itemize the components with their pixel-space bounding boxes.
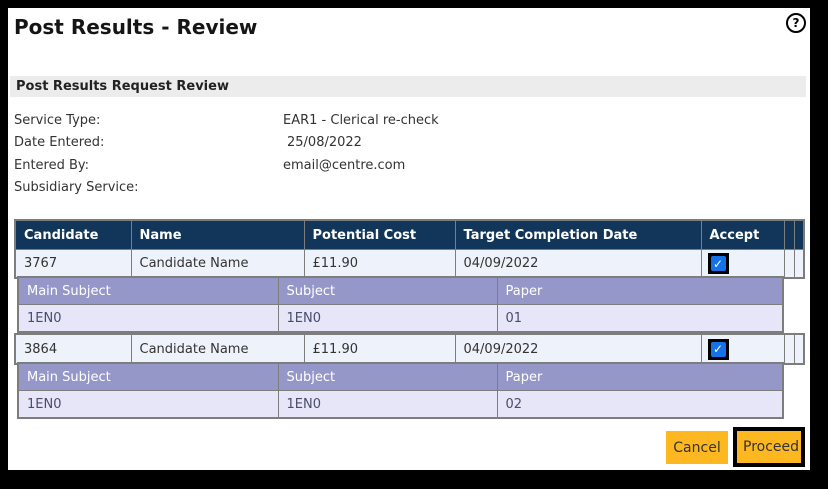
- subject-table: Main Subject Subject Paper 1EN0 1EN0 01: [17, 276, 784, 333]
- row-spacer-cell: [794, 334, 804, 364]
- date-entered-value: 25/08/2022: [283, 135, 362, 150]
- potential-cost: £11.90: [304, 334, 455, 364]
- help-icon[interactable]: ?: [786, 13, 806, 33]
- table-header-row: Candidate Name Potential Cost Target Com…: [15, 220, 804, 250]
- candidate-number: 3864: [15, 334, 131, 364]
- requests-table-row2: 3864 Candidate Name £11.90 04/09/2022 ✓: [14, 333, 805, 365]
- check-icon: ✓: [713, 343, 723, 355]
- subject-header-row: Main Subject Subject Paper: [18, 363, 783, 391]
- col-spacer-1: [784, 220, 794, 250]
- col-subject: Subject: [278, 363, 497, 391]
- page-title: Post Results - Review: [14, 15, 257, 39]
- subject-row: 1EN0 1EN0 01: [18, 305, 783, 333]
- candidate-name: Candidate Name: [131, 334, 304, 364]
- col-candidate: Candidate: [15, 220, 131, 250]
- row-spacer-cell: [784, 334, 794, 364]
- service-type-label: Service Type:: [14, 113, 283, 128]
- section-header: Post Results Request Review: [10, 76, 806, 97]
- request-details: Service Type: EAR1 - Clerical re-check D…: [14, 109, 439, 199]
- col-subject: Subject: [278, 277, 497, 305]
- potential-cost: £11.90: [304, 250, 455, 279]
- subsidiary-service-label: Subsidiary Service:: [14, 180, 283, 195]
- col-spacer-2: [794, 220, 804, 250]
- checkbox-box: ✓: [711, 342, 726, 357]
- target-completion-date: 04/09/2022: [455, 250, 701, 279]
- row-spacer-cell: [794, 250, 804, 279]
- candidate-row: 3767 Candidate Name £11.90 04/09/2022 ✓: [15, 250, 804, 279]
- subject-value: 1EN0: [278, 391, 497, 419]
- candidate-number: 3767: [15, 250, 131, 279]
- detail-date-entered: Date Entered: 25/08/2022: [14, 132, 439, 155]
- entered-by-label: Entered By:: [14, 158, 283, 173]
- col-main-subject: Main Subject: [18, 363, 278, 391]
- proceed-button[interactable]: Proceed: [733, 427, 805, 467]
- detail-subsidiary-service: Subsidiary Service:: [14, 177, 439, 200]
- dialog-panel: Post Results - Review ? Post Results Req…: [8, 8, 810, 470]
- entered-by-value: email@centre.com: [283, 158, 405, 173]
- detail-service-type: Service Type: EAR1 - Clerical re-check: [14, 109, 439, 132]
- col-target-completion-date: Target Completion Date: [455, 220, 701, 250]
- service-type-value: EAR1 - Clerical re-check: [283, 113, 439, 128]
- row-spacer-cell: [784, 250, 794, 279]
- paper-value: 02: [497, 391, 783, 419]
- subject-header-row: Main Subject Subject Paper: [18, 277, 783, 305]
- accept-checkbox[interactable]: ✓: [708, 339, 729, 360]
- paper-value: 01: [497, 305, 783, 333]
- subject-row: 1EN0 1EN0 02: [18, 391, 783, 419]
- col-potential-cost: Potential Cost: [304, 220, 455, 250]
- main-subject-value: 1EN0: [18, 391, 278, 419]
- col-paper: Paper: [497, 277, 783, 305]
- candidate-row: 3864 Candidate Name £11.90 04/09/2022 ✓: [15, 334, 804, 364]
- cancel-button[interactable]: Cancel: [666, 431, 728, 464]
- main-subject-value: 1EN0: [18, 305, 278, 333]
- candidate-name: Candidate Name: [131, 250, 304, 279]
- checkbox-box: ✓: [711, 256, 726, 271]
- col-paper: Paper: [497, 363, 783, 391]
- detail-entered-by: Entered By: email@centre.com: [14, 154, 439, 177]
- subject-table: Main Subject Subject Paper 1EN0 1EN0 02: [17, 362, 784, 419]
- target-completion-date: 04/09/2022: [455, 334, 701, 364]
- col-name: Name: [131, 220, 304, 250]
- check-icon: ✓: [713, 257, 723, 269]
- accept-checkbox[interactable]: ✓: [708, 253, 729, 274]
- date-entered-label: Date Entered:: [14, 135, 283, 150]
- col-accept: Accept: [701, 220, 784, 250]
- col-main-subject: Main Subject: [18, 277, 278, 305]
- requests-table: Candidate Name Potential Cost Target Com…: [14, 219, 805, 279]
- subject-value: 1EN0: [278, 305, 497, 333]
